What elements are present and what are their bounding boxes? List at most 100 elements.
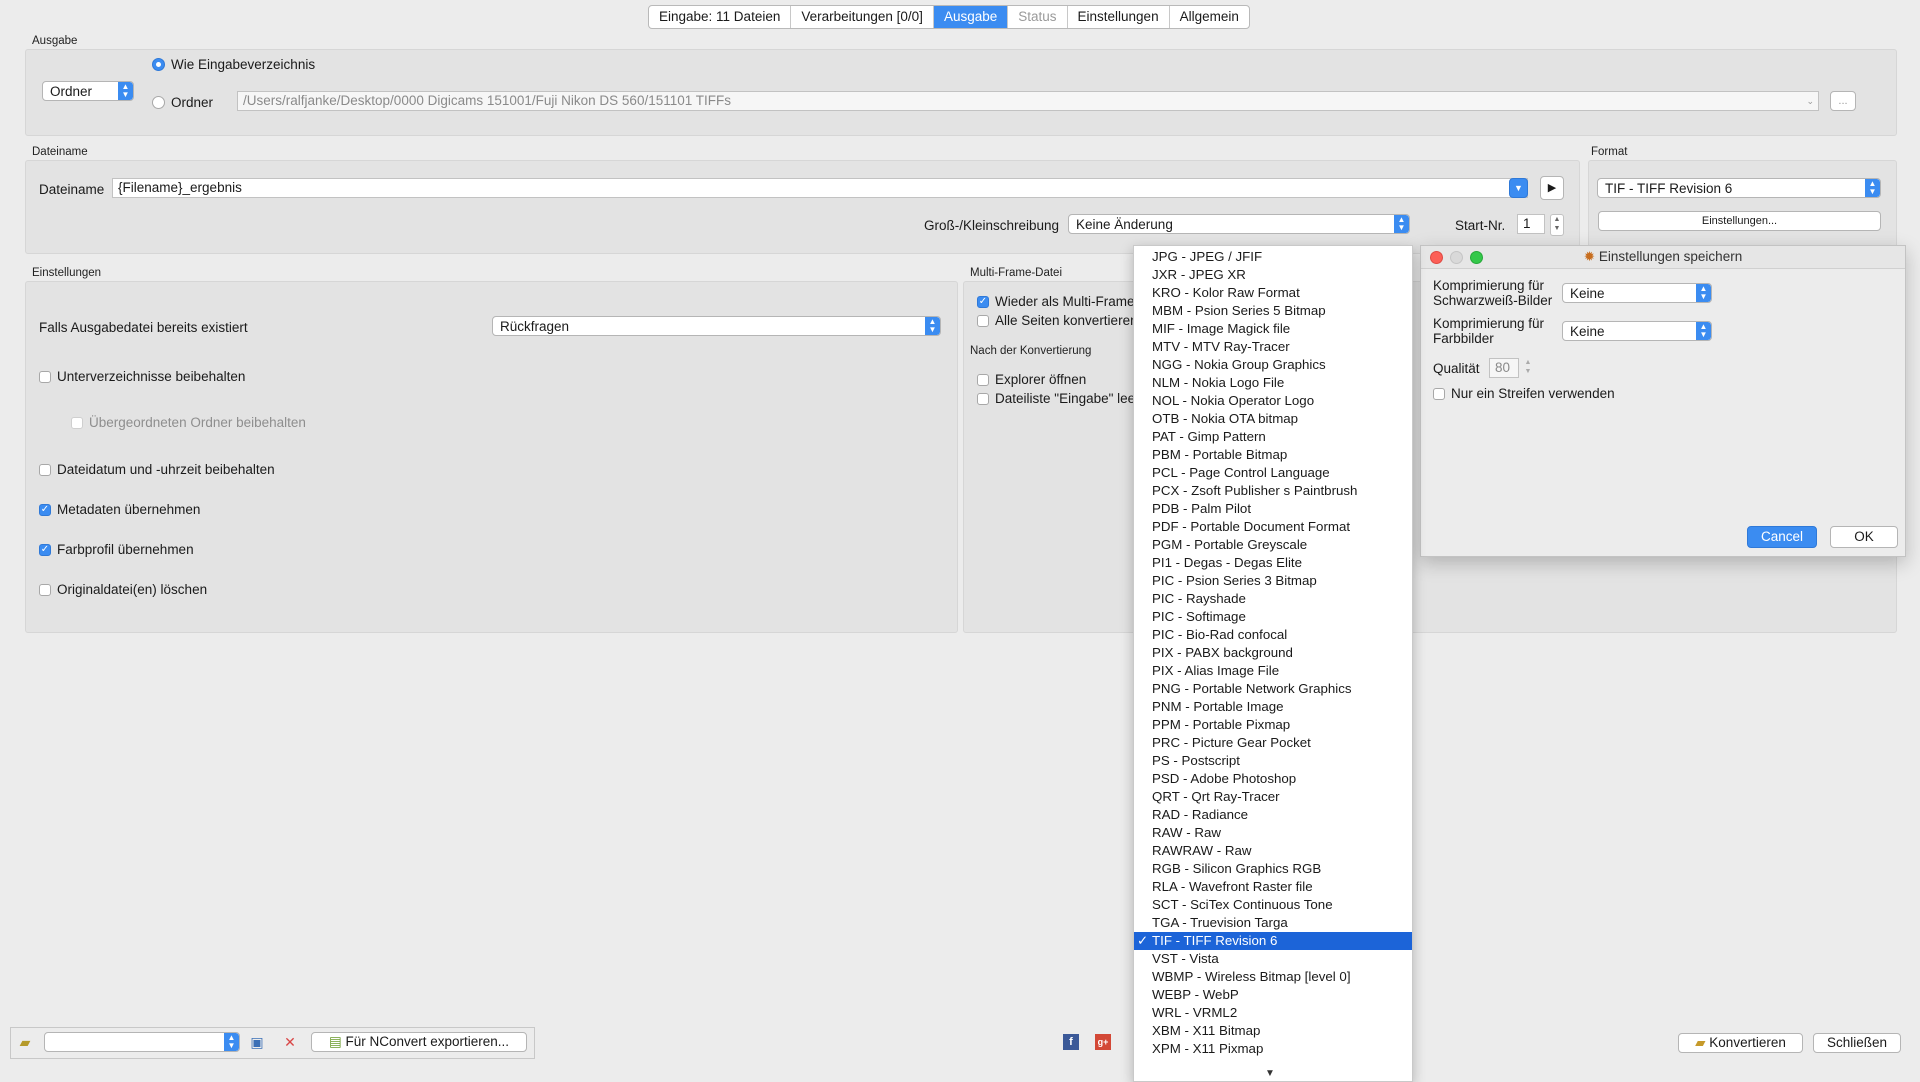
format-list-item[interactable]: PCL - Page Control Language bbox=[1134, 464, 1412, 482]
tab-einstellungen[interactable]: Einstellungen bbox=[1068, 6, 1170, 28]
start-number-stepper[interactable]: ▲ ▼ bbox=[1550, 214, 1564, 236]
format-list-item[interactable]: ✓ TIF - TIFF Revision 6 bbox=[1134, 932, 1412, 950]
preset-popup[interactable]: ▲ ▼ bbox=[44, 1032, 240, 1052]
settings-option-checkbox[interactable]: ✓ Metadaten übernehmen bbox=[39, 502, 200, 517]
save-preset-icon[interactable]: ▣ bbox=[247, 1032, 267, 1052]
format-list-item[interactable]: PSD - Adobe Photoshop bbox=[1134, 770, 1412, 788]
format-list-item[interactable]: SCT - SciTex Continuous Tone bbox=[1134, 896, 1412, 914]
settings-option-label: Originaldatei(en) löschen bbox=[57, 582, 208, 597]
insert-token-button[interactable]: ▶ bbox=[1540, 176, 1564, 200]
format-list-item[interactable]: PI1 - Degas - Degas Elite bbox=[1134, 554, 1412, 572]
format-list-item[interactable]: MBM - Psion Series 5 Bitmap bbox=[1134, 302, 1412, 320]
format-list-item[interactable]: JPG - JPEG / JFIF bbox=[1134, 248, 1412, 266]
file-exists-popup[interactable]: Rückfragen ▲ ▼ bbox=[492, 316, 941, 336]
multiframe-option-1[interactable]: ✓ Wieder als Multi-Frame bbox=[977, 294, 1135, 309]
format-list-item[interactable]: RAW - Raw bbox=[1134, 824, 1412, 842]
facebook-icon[interactable]: f bbox=[1063, 1034, 1079, 1050]
format-list-item[interactable]: JXR - JPEG XR bbox=[1134, 266, 1412, 284]
case-popup[interactable]: Keine Änderung ▲ ▼ bbox=[1068, 214, 1410, 234]
output-mode-popup[interactable]: Ordner ▲ ▼ bbox=[42, 81, 134, 101]
tab-status[interactable]: Status bbox=[1008, 6, 1068, 28]
format-list-item-label: PIX - Alias Image File bbox=[1152, 663, 1280, 678]
format-list-item[interactable]: MTV - MTV Ray-Tracer bbox=[1134, 338, 1412, 356]
format-list-item[interactable]: KRO - Kolor Raw Format bbox=[1134, 284, 1412, 302]
color-compression-popup[interactable]: Keine ▲ ▼ bbox=[1562, 321, 1712, 341]
checkbox-icon bbox=[39, 463, 51, 476]
tab-ausgabe[interactable]: Ausgabe bbox=[933, 6, 1009, 28]
scroll-down-arrow-icon[interactable]: ▼ bbox=[1265, 1068, 1275, 1079]
start-number-input[interactable]: 1 bbox=[1517, 214, 1545, 234]
ok-button[interactable]: OK bbox=[1830, 526, 1898, 548]
quality-stepper[interactable]: ▲ ▼ bbox=[1523, 358, 1533, 378]
radio-same-dir[interactable]: Wie Eingabeverzeichnis bbox=[152, 57, 315, 72]
format-list-item[interactable]: PCX - Zsoft Publisher s Paintbrush bbox=[1134, 482, 1412, 500]
after-option-clear-list[interactable]: Dateiliste "Eingabe" lee bbox=[977, 391, 1135, 406]
format-list-item[interactable]: RAD - Radiance bbox=[1134, 806, 1412, 824]
format-list-item[interactable]: NGG - Nokia Group Graphics bbox=[1134, 356, 1412, 374]
format-list-item[interactable]: NLM - Nokia Logo File bbox=[1134, 374, 1412, 392]
format-list-item[interactable]: VST - Vista bbox=[1134, 950, 1412, 968]
format-list-item[interactable]: NOL - Nokia Operator Logo bbox=[1134, 392, 1412, 410]
format-list-item[interactable]: PIC - Psion Series 3 Bitmap bbox=[1134, 572, 1412, 590]
format-list-item[interactable]: PDB - Palm Pilot bbox=[1134, 500, 1412, 518]
output-mode-value: Ordner bbox=[50, 84, 93, 99]
format-list-item[interactable]: PIC - Softimage bbox=[1134, 608, 1412, 626]
format-list-item[interactable]: PDF - Portable Document Format bbox=[1134, 518, 1412, 536]
format-list-item-label: PCX - Zsoft Publisher s Paintbrush bbox=[1152, 483, 1358, 498]
single-strip-checkbox[interactable]: Nur ein Streifen verwenden bbox=[1433, 386, 1615, 401]
format-list-item[interactable]: PNG - Portable Network Graphics bbox=[1134, 680, 1412, 698]
format-list-item[interactable]: MIF - Image Magick file bbox=[1134, 320, 1412, 338]
format-list-item[interactable]: PBM - Portable Bitmap bbox=[1134, 446, 1412, 464]
settings-option-checkbox[interactable]: Originaldatei(en) löschen bbox=[39, 582, 207, 597]
open-folder-icon[interactable]: ▰ bbox=[15, 1032, 35, 1052]
bw-compression-popup[interactable]: Keine ▲ ▼ bbox=[1562, 283, 1712, 303]
format-list-item[interactable]: PPM - Portable Pixmap bbox=[1134, 716, 1412, 734]
format-list-item[interactable]: PGM - Portable Greyscale bbox=[1134, 536, 1412, 554]
format-list-item[interactable]: PRC - Picture Gear Pocket bbox=[1134, 734, 1412, 752]
format-list-item[interactable]: TGA - Truevision Targa bbox=[1134, 914, 1412, 932]
cancel-button[interactable]: Cancel bbox=[1747, 526, 1817, 548]
format-list-item[interactable]: RAWRAW - Raw bbox=[1134, 842, 1412, 860]
close-button[interactable]: Schließen bbox=[1813, 1033, 1901, 1053]
format-list-item[interactable]: PAT - Gimp Pattern bbox=[1134, 428, 1412, 446]
browse-folder-button[interactable]: ... bbox=[1830, 91, 1856, 111]
settings-option-checkbox[interactable]: Unterverzeichnisse beibehalten bbox=[39, 369, 245, 384]
bw-compression-label: Komprimierung für Schwarzweiß-Bilder bbox=[1433, 278, 1553, 308]
format-settings-button[interactable]: Einstellungen... bbox=[1598, 211, 1881, 231]
format-list-item[interactable]: PNM - Portable Image bbox=[1134, 698, 1412, 716]
tab-eingabe[interactable]: Eingabe: 11 Dateien bbox=[649, 6, 792, 28]
checkbox-icon bbox=[71, 416, 83, 429]
format-list-item[interactable]: PIC - Bio-Rad confocal bbox=[1134, 626, 1412, 644]
filename-input[interactable]: {Filename}_ergebnis bbox=[112, 178, 1528, 198]
format-list-item[interactable]: PIX - PABX background bbox=[1134, 644, 1412, 662]
google-plus-icon[interactable]: g+ bbox=[1095, 1034, 1111, 1050]
tab-verarbeitungen[interactable]: Verarbeitungen [0/0] bbox=[791, 6, 934, 28]
tab-allgemein[interactable]: Allgemein bbox=[1170, 6, 1249, 28]
format-list-item[interactable]: RGB - Silicon Graphics RGB bbox=[1134, 860, 1412, 878]
format-list-item[interactable]: WBMP - Wireless Bitmap [level 0] bbox=[1134, 968, 1412, 986]
format-list-item[interactable]: OTB - Nokia OTA bitmap bbox=[1134, 410, 1412, 428]
export-nconvert-button[interactable]: ▤ Für NConvert exportieren... bbox=[311, 1032, 527, 1052]
multiframe-option-2[interactable]: Alle Seiten konvertieren bbox=[977, 313, 1138, 328]
format-list-item[interactable]: PIX - Alias Image File bbox=[1134, 662, 1412, 680]
delete-preset-icon[interactable]: ✕ bbox=[280, 1032, 300, 1052]
format-list-item[interactable]: XPM - X11 Pixmap bbox=[1134, 1040, 1412, 1058]
settings-option-checkbox[interactable]: ✓ Farbprofil übernehmen bbox=[39, 542, 194, 557]
format-list-item[interactable]: XBM - X11 Bitmap bbox=[1134, 1022, 1412, 1040]
convert-button[interactable]: ▰ Konvertieren bbox=[1678, 1033, 1803, 1053]
format-list-item[interactable]: PIC - Rayshade bbox=[1134, 590, 1412, 608]
format-list-item[interactable]: PS - Postscript bbox=[1134, 752, 1412, 770]
settings-option-checkbox[interactable]: Dateidatum und -uhrzeit beibehalten bbox=[39, 462, 275, 477]
format-popup[interactable]: TIF - TIFF Revision 6 ▲ ▼ bbox=[1597, 178, 1881, 198]
format-list-item-label: PIC - Psion Series 3 Bitmap bbox=[1152, 573, 1317, 588]
radio-folder[interactable]: Ordner bbox=[152, 95, 213, 110]
quality-input[interactable]: 80 bbox=[1489, 358, 1519, 378]
output-folder-path[interactable]: /Users/ralfjanke/Desktop/0000 Digicams 1… bbox=[237, 91, 1819, 111]
format-list-item[interactable]: WRL - VRML2 bbox=[1134, 1004, 1412, 1022]
format-list-item[interactable]: RLA - Wavefront Raster file bbox=[1134, 878, 1412, 896]
filename-tokens-dropdown[interactable]: ▼ bbox=[1509, 178, 1528, 198]
after-option-explorer[interactable]: Explorer öffnen bbox=[977, 372, 1086, 387]
format-list-item[interactable]: WEBP - WebP bbox=[1134, 986, 1412, 1004]
format-list-item-label: PI1 - Degas - Degas Elite bbox=[1152, 555, 1303, 570]
format-list-item[interactable]: QRT - Qrt Ray-Tracer bbox=[1134, 788, 1412, 806]
